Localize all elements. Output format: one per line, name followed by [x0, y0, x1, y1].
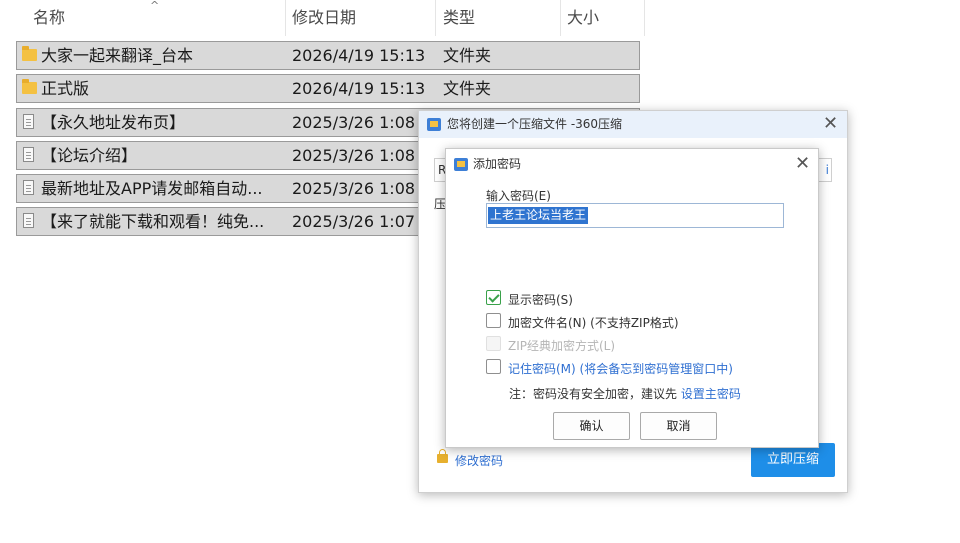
dialog-title: 您将创建一个压缩文件 -360压缩	[447, 117, 623, 131]
file-name: 【论坛介绍】	[41, 146, 138, 165]
change-password-link[interactable]: 修改密码	[455, 452, 503, 469]
file-row[interactable]: 正式版 2026/4/19 15:13 文件夹	[16, 74, 640, 103]
file-name: 大家一起来翻译_台本	[41, 46, 194, 65]
zip-classic-checkbox	[486, 336, 501, 351]
file-name: 【永久地址发布页】	[41, 113, 186, 132]
file-modified: 2025/3/26 1:07	[292, 212, 416, 231]
file-name: 最新地址及APP请发邮箱自动...	[41, 179, 263, 198]
document-icon	[23, 180, 34, 195]
sort-ascending-icon: ^	[150, 0, 160, 12]
360-zip-app-icon	[427, 118, 441, 131]
column-header-name[interactable]: 名称	[33, 0, 65, 36]
remember-password-label[interactable]: 记住密码(M) (将会备忘到密码管理窗口中)	[508, 360, 733, 377]
document-icon	[23, 114, 34, 129]
column-header-size[interactable]: 大小	[567, 0, 599, 36]
folder-icon	[22, 79, 37, 94]
close-icon[interactable]: ✕	[795, 155, 810, 173]
confirm-button[interactable]: 确认	[553, 412, 630, 440]
file-name: 正式版	[41, 79, 90, 98]
password-input[interactable]: 上老王论坛当老王	[486, 203, 784, 228]
column-divider[interactable]	[435, 0, 436, 36]
set-master-password-link[interactable]: 设置主密码	[681, 387, 741, 401]
file-name: 【来了就能下载和观看！纯免...	[41, 212, 265, 231]
column-divider[interactable]	[560, 0, 561, 36]
file-row[interactable]: 大家一起来翻译_台本 2026/4/19 15:13 文件夹	[16, 41, 640, 70]
compress-now-button[interactable]: 立即压缩	[751, 443, 835, 477]
360-zip-app-icon	[454, 158, 468, 171]
show-password-checkbox[interactable]	[486, 290, 501, 305]
folder-icon	[22, 46, 37, 61]
column-divider[interactable]	[285, 0, 286, 36]
password-input-label: 输入密码(E)	[486, 189, 551, 203]
security-note-text: 注：密码没有安全加密，建议先	[509, 387, 678, 401]
dialog-title: 添加密码	[473, 157, 522, 171]
lock-icon	[437, 449, 448, 463]
dialog-titlebar[interactable]: 您将创建一个压缩文件 -360压缩 ✕	[419, 111, 847, 138]
file-modified: 2025/3/26 1:08	[292, 179, 416, 198]
column-header-type[interactable]: 类型	[443, 0, 475, 36]
show-password-label[interactable]: 显示密码(S)	[508, 291, 573, 308]
document-icon	[23, 213, 34, 228]
remember-password-checkbox[interactable]	[486, 359, 501, 374]
file-type: 文件夹	[443, 46, 492, 65]
dialog-titlebar[interactable]: 添加密码 ✕	[446, 149, 818, 179]
document-icon	[23, 147, 34, 162]
file-modified: 2025/3/26 1:08	[292, 146, 416, 165]
file-type: 文件夹	[443, 79, 492, 98]
file-list-header: 名称 ^ 修改日期 类型 大小	[0, 0, 645, 36]
file-modified: 2026/4/19 15:13	[292, 46, 426, 65]
encrypt-filenames-label[interactable]: 加密文件名(N) (不支持ZIP格式)	[508, 314, 679, 331]
add-password-dialog: 添加密码 ✕ 输入密码(E) 上老王论坛当老王 显示密码(S) 加密文件名(N)…	[445, 148, 819, 448]
close-icon[interactable]: ✕	[823, 115, 838, 133]
security-note: 注：密码没有安全加密，建议先 设置主密码	[509, 385, 741, 402]
file-modified: 2025/3/26 1:08	[292, 113, 416, 132]
encrypt-filenames-checkbox[interactable]	[486, 313, 501, 328]
browse-link[interactable]: i	[826, 159, 829, 181]
zip-classic-label: ZIP经典加密方式(L)	[508, 339, 616, 353]
column-header-modified[interactable]: 修改日期	[292, 0, 356, 36]
password-value: 上老王论坛当老王	[488, 207, 589, 224]
column-divider[interactable]	[644, 0, 645, 36]
cancel-button[interactable]: 取消	[640, 412, 717, 440]
file-modified: 2026/4/19 15:13	[292, 79, 426, 98]
